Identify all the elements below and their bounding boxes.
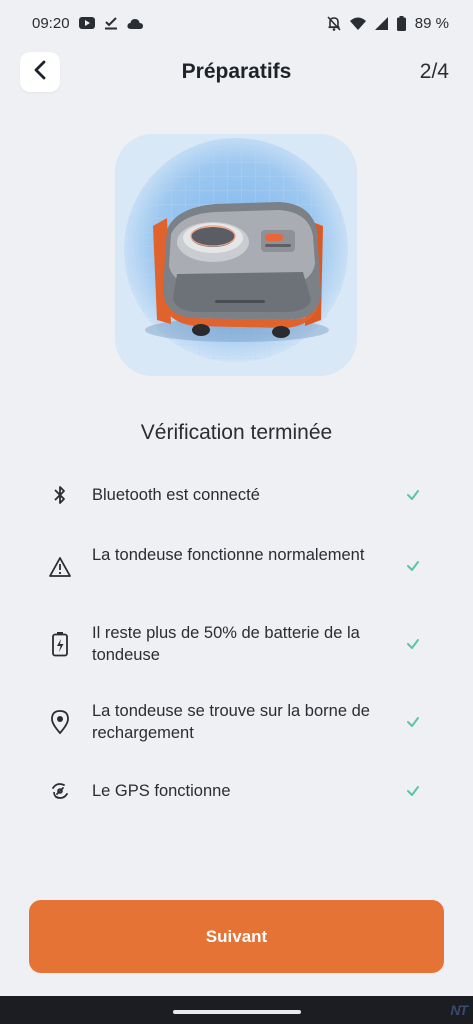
download-done-icon: [104, 16, 118, 30]
status-left: 09:20: [32, 15, 143, 32]
bluetooth-icon: [46, 481, 74, 509]
check-mark-icon: [404, 486, 422, 504]
battery-icon: [396, 15, 406, 31]
wifi-icon: [349, 17, 366, 30]
signal-icon: [374, 16, 388, 30]
youtube-icon: [78, 17, 95, 29]
check-mark-icon: [404, 782, 422, 800]
check-mark-icon: [404, 557, 422, 575]
verification-title: Vérification terminée: [140, 421, 333, 444]
navigation-bar: NT: [0, 996, 473, 1024]
check-label: Bluetooth est connecté: [92, 486, 260, 504]
gps-signal-icon: [46, 777, 74, 805]
step-indicator: 2/4: [419, 60, 449, 83]
check-mark-icon: [404, 713, 422, 731]
check-label: La tondeuse se trouve sur la borne de re…: [92, 702, 370, 742]
home-handle[interactable]: [173, 1010, 301, 1014]
next-button[interactable]: Suivant: [29, 900, 444, 973]
battery-percent: 89 %: [414, 14, 449, 32]
mower-illustration: [115, 134, 357, 376]
watermark-logo: NT: [450, 1002, 468, 1018]
check-mark-icon: [404, 635, 422, 653]
check-label: Le GPS fonctionne: [92, 782, 231, 800]
bell-off-icon: [327, 15, 341, 31]
page-title: Préparatifs: [181, 60, 292, 83]
header: Préparatifs 2/4: [0, 46, 473, 98]
warning-icon: [46, 553, 74, 581]
location-pin-icon: [46, 708, 74, 736]
check-label: La tondeuse fonctionne normalement: [92, 546, 365, 564]
check-label: Il reste plus de 50% de batterie de la t…: [92, 624, 360, 664]
status-right: 89 %: [327, 15, 449, 32]
screen: 09:20 89 % Préparatifs 2/4 Vérification …: [0, 0, 473, 1024]
status-time: 09:20: [32, 14, 70, 32]
cloud-icon: [126, 18, 143, 29]
status-bar: 09:20 89 %: [0, 0, 473, 46]
battery-charging-icon: [46, 630, 74, 658]
